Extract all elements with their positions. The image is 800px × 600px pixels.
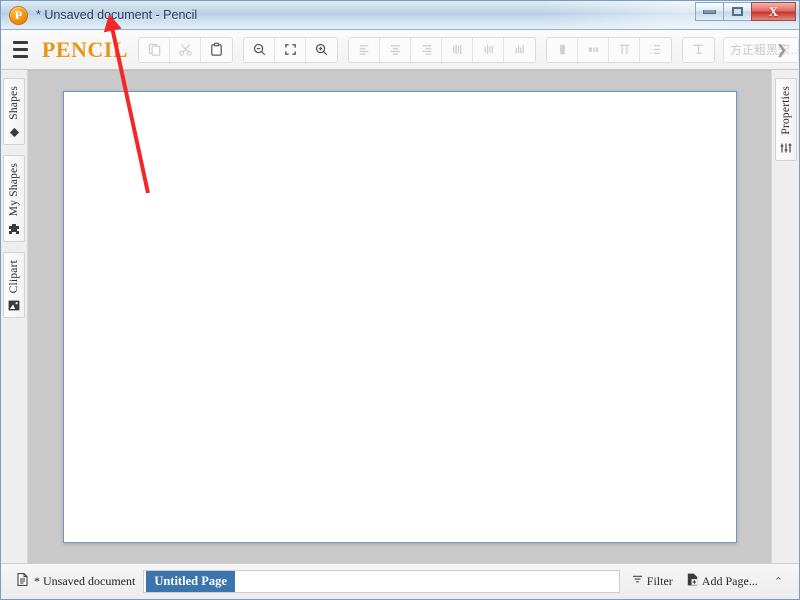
- sidebar-tab-properties-label: Properties: [779, 86, 792, 135]
- distribute-toolgroup: [546, 36, 673, 63]
- close-icon: X: [768, 4, 779, 19]
- hamburger-icon[interactable]: [13, 41, 28, 58]
- document-icon: [17, 573, 28, 590]
- page-tab-strip[interactable]: Untitled Page: [143, 570, 620, 593]
- left-sidebar: Shapes My Shapes Clipart: [1, 70, 28, 563]
- sliders-icon: [780, 142, 792, 154]
- add-page-icon: [687, 573, 698, 590]
- text-toolgroup: [682, 36, 716, 63]
- right-sidebar: Properties: [771, 70, 799, 563]
- puzzle-icon: [8, 223, 20, 235]
- copy-button[interactable]: [139, 37, 171, 62]
- align-bottom-icon: [515, 44, 524, 54]
- zoom-in-icon: [315, 43, 328, 56]
- app-brand-label: PENCIL: [41, 36, 129, 62]
- align-center-button[interactable]: [380, 37, 412, 62]
- paste-button[interactable]: [201, 38, 232, 62]
- zoom-in-button[interactable]: [306, 38, 337, 62]
- cut-icon: [178, 43, 192, 56]
- drawing-canvas[interactable]: [62, 91, 737, 543]
- group-objects-button[interactable]: [609, 37, 641, 62]
- distribute-vertical-button[interactable]: [578, 37, 610, 62]
- sidebar-tab-my-shapes-label: My Shapes: [8, 162, 20, 217]
- add-page-button[interactable]: Add Page...: [687, 573, 758, 590]
- group-icon: [619, 44, 629, 55]
- align-top-button[interactable]: [442, 37, 474, 62]
- hamburger-bar: [13, 41, 28, 44]
- align-right-button[interactable]: [411, 37, 443, 62]
- editor-body: Shapes My Shapes Clipart Properties: [1, 70, 799, 563]
- document-name-label: * Unsaved document: [34, 574, 136, 588]
- text-format-button[interactable]: [683, 38, 714, 62]
- minimize-icon: [703, 9, 716, 14]
- app-logo-icon: P: [9, 5, 28, 25]
- sidebar-tab-clipart-label: Clipart: [8, 260, 20, 294]
- diamond-icon: [9, 127, 20, 138]
- filter-icon: [632, 574, 643, 589]
- order-list-button[interactable]: [640, 38, 671, 62]
- status-bar: * Unsaved document Untitled Page Filter: [1, 563, 799, 599]
- canvas-workspace[interactable]: [28, 70, 771, 563]
- application-window: P * Unsaved document - Pencil X PENCIL 方…: [0, 0, 800, 600]
- filter-label: Filter: [646, 574, 673, 588]
- align-middle-button[interactable]: [473, 37, 505, 62]
- page-tab-untitled-page[interactable]: Untitled Page: [146, 571, 235, 592]
- distribute-horizontal-button[interactable]: [547, 37, 579, 62]
- align-middle-icon: [484, 44, 493, 55]
- maximize-icon: [732, 7, 743, 16]
- filter-button[interactable]: Filter: [632, 574, 673, 589]
- window-title: * Unsaved document - Pencil: [36, 8, 198, 22]
- close-button[interactable]: X: [751, 2, 796, 21]
- document-indicator: * Unsaved document: [7, 573, 143, 590]
- zoom-out-button[interactable]: [244, 37, 276, 62]
- window-controls: X: [695, 2, 796, 21]
- hamburger-bar: [13, 48, 28, 51]
- align-bottom-button[interactable]: [504, 38, 535, 62]
- sidebar-tab-clipart[interactable]: Clipart: [3, 252, 25, 319]
- align-center-icon: [390, 45, 400, 55]
- sidebar-tab-properties[interactable]: Properties: [774, 78, 797, 161]
- copy-icon: [148, 43, 160, 56]
- zoom-toolgroup: [243, 36, 339, 63]
- maximize-button[interactable]: [723, 2, 752, 21]
- main-toolbar: PENCIL 方正粗黑宋… ❯: [1, 30, 799, 70]
- align-right-icon: [422, 45, 431, 55]
- sidebar-tab-shapes-label: Shapes: [8, 86, 20, 120]
- align-toolgroup: [348, 36, 537, 63]
- align-top-icon: [452, 44, 461, 55]
- collapse-panel-button[interactable]: ⌃: [772, 575, 783, 588]
- align-left-button[interactable]: [349, 37, 381, 62]
- minimize-button[interactable]: [695, 2, 724, 21]
- text-format-icon: [693, 44, 704, 54]
- cut-button[interactable]: [170, 37, 202, 62]
- clipboard-toolgroup: [138, 36, 234, 63]
- order-list-icon: [650, 45, 661, 54]
- fit-screen-button[interactable]: [275, 37, 307, 62]
- sidebar-tab-my-shapes[interactable]: My Shapes: [3, 154, 25, 243]
- distribute-horizontal-icon: [559, 44, 565, 55]
- hamburger-bar: [13, 55, 28, 58]
- fit-screen-icon: [284, 44, 296, 55]
- title-bar[interactable]: P * Unsaved document - Pencil X: [1, 1, 799, 30]
- add-page-label: Add Page...: [701, 574, 758, 588]
- zoom-out-icon: [253, 43, 265, 56]
- picture-icon: [8, 300, 20, 311]
- toolbar-overflow-button[interactable]: ❯: [770, 38, 793, 62]
- status-bar-actions: Filter Add Page... ⌃: [620, 573, 793, 590]
- sidebar-tab-shapes[interactable]: Shapes: [3, 78, 25, 145]
- distribute-vertical-icon: [588, 47, 598, 52]
- align-left-icon: [359, 45, 368, 55]
- paste-icon: [211, 42, 222, 56]
